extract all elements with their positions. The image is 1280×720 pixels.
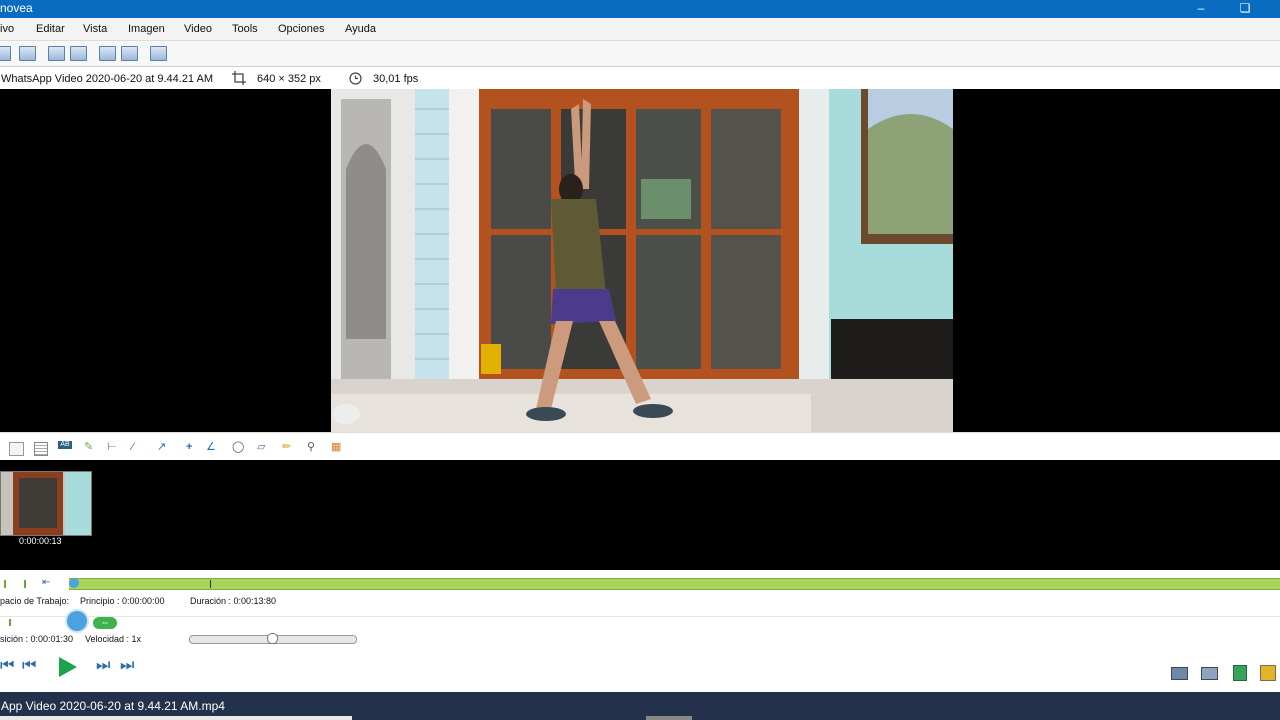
add-keyframe-icon[interactable] (9, 442, 24, 456)
crop-icon (232, 71, 246, 88)
workspace-label: pacio de Trabajo: (0, 596, 70, 606)
capture-icon[interactable] (99, 46, 116, 61)
menu-opciones[interactable]: Opciones (278, 23, 324, 35)
set-end-marker-icon[interactable] (24, 580, 26, 588)
next-frame-icon[interactable]: ⏭ (96, 657, 110, 675)
multi-snapshot-icon[interactable] (1201, 667, 1218, 680)
status-file-name: App Video 2020-06-20 at 9.44.21 AM.mp4 (1, 699, 225, 713)
menu-imagen[interactable]: Imagen (128, 23, 165, 35)
restore-button[interactable]: ❏ (1230, 0, 1260, 18)
position-cursor[interactable] (67, 611, 87, 631)
track-start-icon (9, 619, 11, 626)
clock-icon (349, 72, 362, 88)
scroll-indicator (0, 716, 352, 720)
status-bar: App Video 2020-06-20 at 9.44.21 AM.mp4 (0, 692, 1280, 720)
speed-slider[interactable] (189, 633, 357, 644)
menu-tools[interactable]: Tools (232, 23, 258, 35)
comments-icon[interactable] (34, 442, 48, 456)
drawing-toolbar: AB ✎ ⊢ ∕ ↗ + ∠ ◯ ▱ ✏ ⚲ ▦ (0, 432, 1280, 461)
save-diaporama-icon[interactable] (1260, 665, 1276, 681)
video-frame[interactable] (331, 89, 953, 432)
working-zone-bar[interactable] (69, 578, 1280, 590)
plane-tool-icon[interactable]: ▱ (257, 441, 265, 453)
angle-line-icon[interactable]: ∕ (132, 441, 134, 453)
title-bar: novea – ❏ (0, 0, 1280, 18)
play-button[interactable] (57, 656, 79, 681)
timeline-panel: ⇤ pacio de Trabajo: Principio : 0:00:00:… (0, 570, 1280, 692)
speed-handle-icon[interactable]: ⇔ (93, 617, 117, 629)
menu-vista[interactable]: Vista (83, 23, 107, 35)
export-icon[interactable] (150, 46, 167, 61)
toolbar (0, 41, 1280, 67)
grid-view-icon[interactable] (19, 46, 36, 61)
file-info-bar: WhatsApp Video 2020-06-20 at 9.44.21 AM … (0, 67, 1280, 89)
menu-archivo[interactable]: ivo (0, 23, 14, 35)
timeline-marker (210, 580, 211, 588)
keyframe-time: 0:00:00:13 (19, 536, 62, 546)
go-to-start-icon[interactable]: ⇤ (42, 577, 50, 588)
last-frame-icon[interactable]: ⏭ (120, 657, 134, 675)
keyframe-strip: 0:00:00:13 (0, 460, 1280, 570)
framerate-label: 30,01 fps (373, 73, 419, 85)
scroll-indicator-2 (646, 716, 692, 720)
resolution-label: 640 × 352 px (257, 73, 321, 85)
color-grid-icon[interactable]: ▦ (331, 441, 341, 453)
open-icon[interactable] (0, 46, 11, 61)
menu-bar: ivo Editar Vista Imagen Video Tools Opci… (0, 18, 1280, 41)
menu-editar[interactable]: Editar (36, 23, 65, 35)
video-viewer[interactable] (0, 89, 1280, 432)
first-frame-icon[interactable]: ⏮ (0, 657, 14, 675)
capture-sequence-icon[interactable] (121, 46, 138, 61)
cross-marker-icon[interactable]: + (186, 441, 192, 453)
start-time-label: Principio : 0:00:00:00 (80, 596, 165, 606)
window-title: novea (0, 1, 33, 15)
line-tool-icon[interactable]: ⊢ (107, 441, 117, 453)
speed-label: Velocidad : 1x (85, 634, 142, 644)
file-name: WhatsApp Video 2020-06-20 at 9.44.21 AM (1, 73, 213, 85)
playhead-handle[interactable] (69, 578, 79, 588)
arrow-tool-icon[interactable]: ↗ (157, 441, 166, 453)
set-start-marker-icon[interactable] (4, 580, 6, 588)
circle-tool-icon[interactable]: ◯ (232, 441, 244, 453)
pencil-tool-icon[interactable]: ✎ (84, 441, 93, 453)
position-label: sición : 0:00:01:30 (0, 634, 74, 644)
frame-track[interactable] (0, 616, 1280, 625)
keyframe-thumbnail[interactable] (0, 471, 92, 536)
single-view-icon[interactable] (48, 46, 65, 61)
snapshot-icon[interactable] (1171, 667, 1188, 680)
zoom-icon[interactable]: ⚲ (307, 441, 315, 453)
dual-view-icon[interactable] (70, 46, 87, 61)
save-video-icon[interactable] (1233, 665, 1247, 681)
label-tool-icon[interactable]: AB (58, 441, 72, 449)
menu-video[interactable]: Video (184, 23, 212, 35)
angle-tool-icon[interactable]: ∠ (206, 441, 216, 453)
menu-ayuda[interactable]: Ayuda (345, 23, 376, 35)
duration-label: Duración : 0:00:13:80 (190, 596, 277, 606)
minimize-button[interactable]: – (1186, 0, 1216, 18)
speed-slider-thumb[interactable] (267, 633, 278, 644)
magnifier-marker-icon[interactable]: ✏ (282, 441, 291, 453)
previous-frame-icon[interactable]: ⏮ (22, 657, 36, 675)
